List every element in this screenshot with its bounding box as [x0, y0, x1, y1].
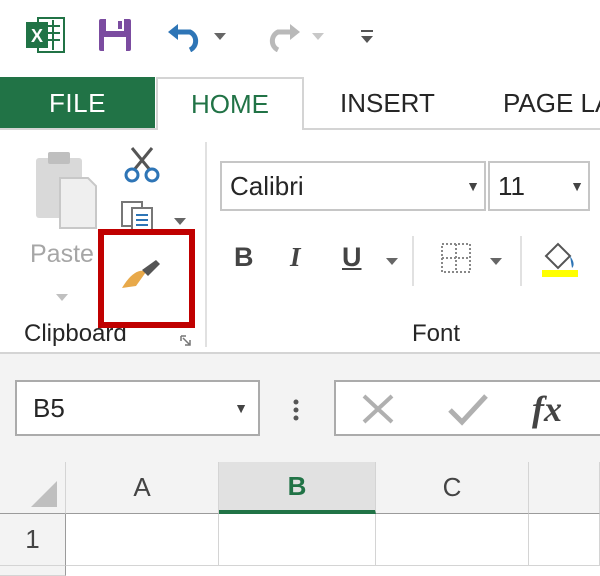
tab-insert[interactable]: INSERT	[340, 77, 435, 130]
tab-page-layout[interactable]: PAGE LA	[503, 77, 600, 130]
tab-home[interactable]: HOME	[156, 77, 304, 133]
ribbon-home: Paste Clipboard Calibri ▼ 11 ▼ B I U Fon…	[0, 130, 600, 355]
scissors-icon[interactable]	[122, 144, 162, 184]
clipboard-paste-icon	[36, 152, 97, 229]
borders-dropdown-icon[interactable]	[490, 258, 502, 265]
redo-icon[interactable]	[262, 16, 304, 52]
worksheet-grid: A B C 1	[0, 462, 600, 576]
borders-icon[interactable]	[440, 242, 472, 274]
insert-function-button[interactable]: fx	[532, 388, 562, 430]
undo-icon[interactable]	[164, 16, 206, 52]
font-size-value: 11	[498, 170, 525, 201]
fill-color-icon[interactable]	[540, 238, 580, 278]
save-icon[interactable]	[96, 16, 134, 54]
redo-dropdown-icon	[312, 33, 324, 40]
more-options-icon[interactable]	[292, 398, 300, 422]
font-group-label: Font	[412, 320, 461, 347]
format-painter-highlight	[98, 229, 195, 328]
font-name-value: Calibri	[230, 170, 304, 201]
row-header-1[interactable]: 1	[0, 514, 66, 566]
bold-button[interactable]: B	[234, 242, 254, 273]
cancel-x-icon[interactable]	[358, 392, 398, 426]
column-header-a[interactable]: A	[66, 462, 219, 514]
paste-dropdown-icon[interactable]	[56, 294, 68, 301]
customize-toolbar-icon[interactable]	[358, 28, 376, 46]
formula-bar: B5 ▼ fx	[0, 354, 600, 462]
ribbon-tabs: FILE HOME INSERT PAGE LA	[0, 68, 600, 133]
checkmark-icon[interactable]	[446, 392, 490, 426]
formula-controls: fx	[334, 380, 600, 436]
column-header-d[interactable]	[529, 462, 600, 514]
cell-b1[interactable]	[219, 514, 376, 566]
copy-dropdown-icon[interactable]	[174, 218, 186, 225]
title-bar: X	[0, 0, 600, 68]
cell-c1[interactable]	[376, 514, 529, 566]
underline-dropdown-icon[interactable]	[386, 258, 398, 265]
select-all-icon	[31, 481, 57, 507]
cell-a1[interactable]	[66, 514, 219, 566]
excel-logo-icon: X	[26, 17, 65, 53]
font-size-combobox[interactable]: 11 ▼	[488, 161, 590, 211]
chevron-down-icon[interactable]: ▼	[566, 178, 588, 194]
tab-file[interactable]: FILE	[0, 77, 155, 130]
column-header-b[interactable]: B	[219, 462, 376, 514]
chevron-down-icon[interactable]: ▼	[224, 400, 258, 416]
paste-label: Paste	[30, 240, 94, 268]
paste-button[interactable]: Paste	[24, 142, 102, 301]
name-box-value: B5	[33, 392, 65, 423]
underline-button[interactable]: U	[342, 242, 362, 273]
row-header-2[interactable]	[0, 566, 66, 576]
name-box[interactable]: B5 ▼	[15, 380, 260, 436]
cell-d1[interactable]	[529, 514, 600, 566]
italic-button[interactable]: I	[290, 242, 301, 273]
select-all-corner[interactable]	[0, 462, 66, 514]
column-header-c[interactable]: C	[376, 462, 529, 514]
undo-dropdown-icon[interactable]	[214, 33, 226, 40]
font-name-combobox[interactable]: Calibri ▼	[220, 161, 486, 211]
clipboard-launcher-icon[interactable]	[180, 335, 192, 347]
chevron-down-icon[interactable]: ▼	[462, 178, 484, 194]
svg-text:X: X	[31, 26, 43, 46]
